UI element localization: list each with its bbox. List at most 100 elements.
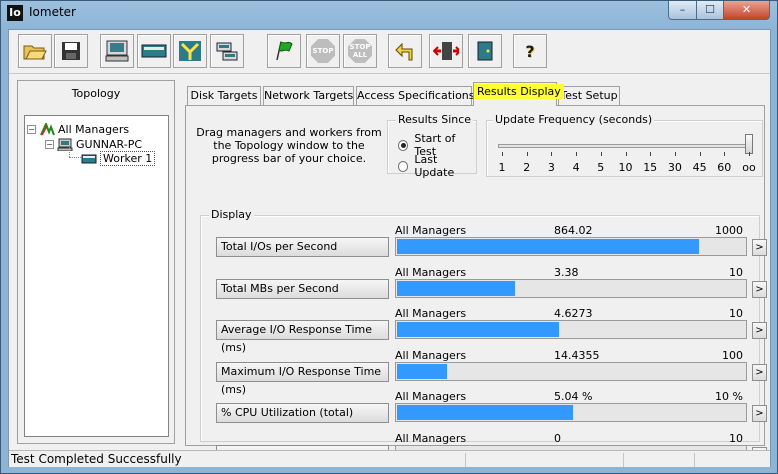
row-value: 14.4355 [554, 348, 600, 362]
tree-item-worker[interactable]: Worker 1 [81, 151, 156, 166]
radio-last-update[interactable]: Last Update [398, 153, 476, 179]
expand-arrow-button[interactable]: > [752, 363, 767, 381]
row-target-label: All Managers [395, 390, 467, 403]
row-value: 0 [554, 431, 561, 445]
slider-tick [625, 152, 627, 156]
progress-bar-fill [397, 280, 516, 296]
start-new-manager-button[interactable] [100, 34, 134, 68]
tree-connector [69, 157, 81, 158]
display-title: Display [209, 208, 254, 221]
progress-bar[interactable] [395, 278, 747, 298]
tab-results-display[interactable]: Results Display [473, 82, 564, 106]
row-target-label: All Managers [395, 307, 467, 320]
tree-connector [69, 147, 70, 157]
start-disk-worker-button[interactable] [137, 34, 171, 68]
slider-tick [674, 152, 676, 156]
floppy-disk-icon [58, 39, 84, 63]
results-since-title: Results Since [396, 113, 474, 126]
progress-bar[interactable] [395, 237, 747, 256]
stop-button[interactable]: STOP [306, 34, 340, 68]
topology-tree[interactable]: − All Managers − GUNNAR-PC Worker 1 [24, 115, 169, 437]
folder-open-icon [22, 39, 48, 63]
progress-bar-fill [397, 322, 560, 337]
slider-tick-label: 30 [667, 161, 682, 174]
collapse-icon[interactable]: − [27, 125, 36, 134]
duplicate-worker-button[interactable] [210, 34, 244, 68]
row-max: 10 [729, 431, 743, 445]
metric-button[interactable]: Total I/Os per Second [216, 237, 389, 257]
row-target-label: All Managers [395, 431, 467, 445]
tab-test-setup[interactable]: Test Setup [558, 86, 620, 105]
expand-arrow-button[interactable]: > [752, 280, 767, 298]
progress-bar-fill [397, 363, 448, 379]
slider-tick [576, 152, 578, 156]
update-frequency-slider-track[interactable] [498, 144, 748, 148]
exit-all-workers-button[interactable] [429, 34, 463, 68]
expand-arrow-button[interactable]: > [752, 239, 767, 256]
row-target-label: All Managers [395, 224, 467, 237]
reset-arrow-icon [392, 39, 418, 63]
slider-tick-label: 2 [523, 161, 531, 174]
tree-item-manager[interactable]: − GUNNAR-PC [45, 137, 142, 152]
results-since-group: Results Since Start of Test Last Update [387, 113, 477, 179]
computer-icon [57, 138, 73, 152]
progress-bar[interactable] [395, 361, 747, 381]
exit-button[interactable] [468, 34, 502, 68]
row-value: 4.6273 [554, 307, 593, 320]
status-divider [623, 453, 624, 467]
start-tests-button[interactable] [267, 34, 301, 68]
slider-tick-label: 5 [597, 161, 605, 174]
tree-item-all-managers[interactable]: − All Managers [27, 121, 129, 137]
green-flag-icon [271, 39, 297, 63]
title-bar[interactable]: Io Iometer – ☐ ✕ [1, 1, 777, 27]
metric-button[interactable]: % CPU Utilization (total) [216, 403, 389, 423]
expand-arrow-button[interactable]: > [752, 405, 767, 422]
status-text: Test Completed Successfully [11, 452, 182, 466]
slider-tick [749, 152, 750, 156]
all-managers-icon [39, 121, 55, 136]
row-target-label: All Managers [395, 265, 467, 279]
slider-tick-label: 60 [717, 161, 732, 174]
stop-all-button[interactable]: STOP ALL [343, 34, 377, 68]
collapse-icon[interactable]: − [45, 140, 54, 149]
row-value: 3.38 [554, 265, 579, 279]
window-title: Iometer [29, 5, 76, 19]
slider-tick [650, 152, 652, 156]
row-value: 5.04 % [554, 390, 593, 403]
question-mark-icon: ? [525, 41, 535, 61]
disk-worker-icon [81, 152, 97, 165]
slider-tick-label: 3 [547, 161, 555, 174]
row-max: 1000 [715, 224, 743, 237]
results-display-panel: Drag managers and workers from the Topol… [185, 105, 767, 465]
row-max: 100 [722, 348, 743, 362]
slider-tick [600, 152, 602, 156]
stop-icon: STOP [311, 39, 335, 63]
worker-swap-icon [433, 39, 459, 63]
metric-button[interactable]: Total MBs per Second [216, 278, 389, 299]
progress-bar-fill [397, 239, 700, 254]
radio-label: Last Update [414, 153, 455, 179]
expand-arrow-button[interactable]: > [752, 322, 767, 339]
progress-bar[interactable] [395, 320, 747, 339]
progress-bar[interactable] [395, 403, 747, 422]
network-worker-icon [177, 39, 203, 63]
tab-access-specifications[interactable]: Access Specifications [356, 86, 475, 105]
minimize-button[interactable]: – [668, 1, 697, 20]
start-network-worker-button[interactable] [173, 34, 207, 68]
progress-bar-fill [397, 405, 574, 420]
metric-button[interactable]: Maximum I/O Response Time (ms) [216, 361, 389, 396]
close-button[interactable]: ✕ [723, 1, 770, 20]
save-config-button[interactable] [54, 34, 88, 68]
tab-disk-targets[interactable]: Disk Targets [187, 86, 261, 105]
help-button[interactable]: ? [513, 34, 547, 68]
slider-tick-label: oo [742, 161, 756, 174]
open-config-button[interactable] [18, 34, 52, 68]
slider-tick-label: 45 [692, 161, 707, 174]
tab-network-targets[interactable]: Network Targets [263, 86, 354, 105]
update-frequency-slider-thumb[interactable] [745, 134, 753, 154]
maximize-button[interactable]: ☐ [696, 1, 724, 20]
client-area: STOP STOP ALL ? Topology − All Managers … [8, 29, 771, 467]
tab-label: Results Display [474, 84, 564, 99]
metric-button[interactable]: Average I/O Response Time (ms) [216, 320, 389, 354]
reset-workers-button[interactable] [388, 34, 422, 68]
